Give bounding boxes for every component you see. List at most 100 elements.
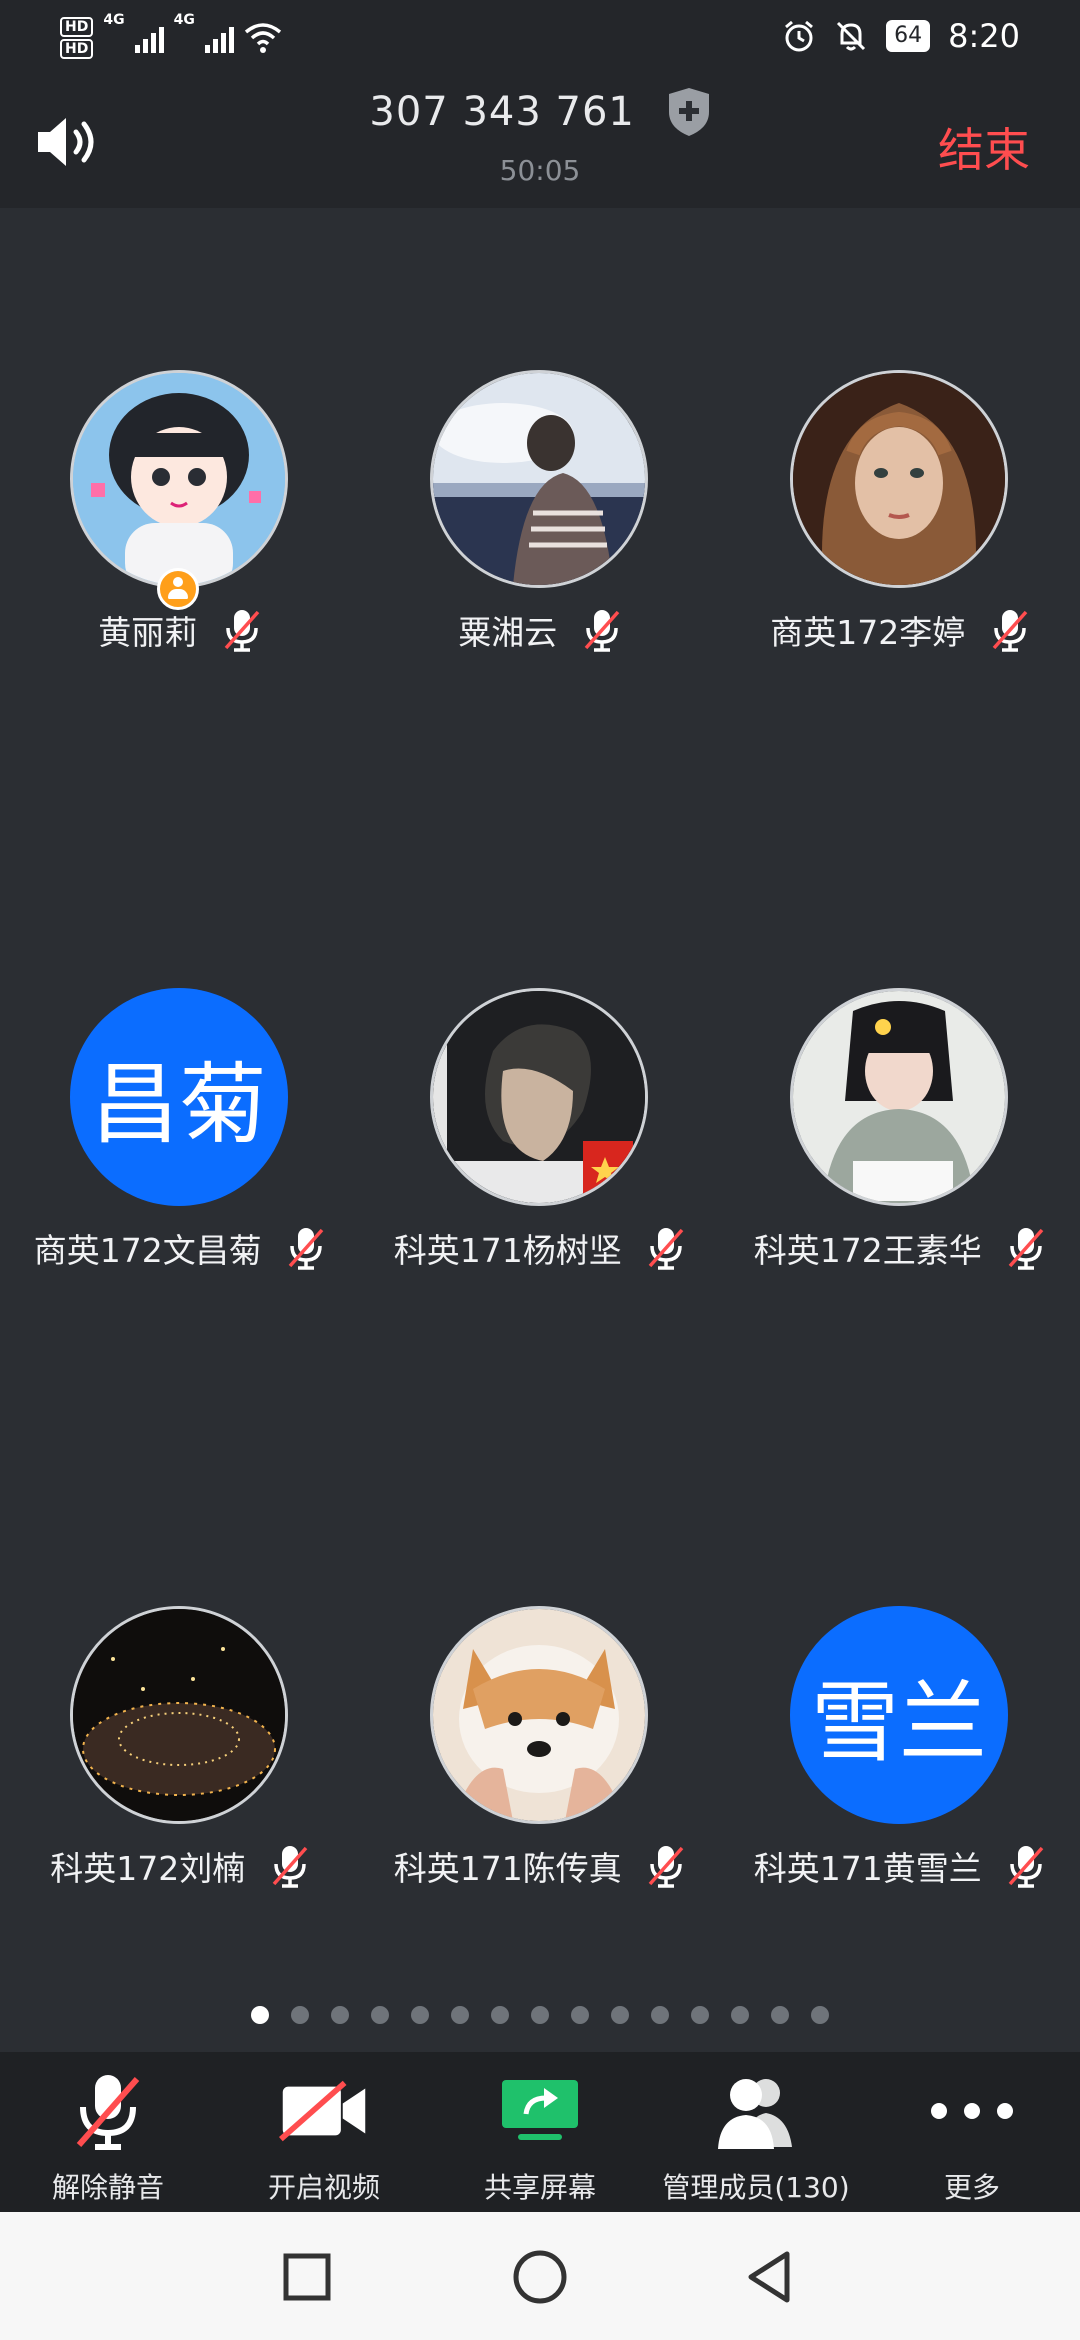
participant-name: 商英172李婷 xyxy=(770,613,966,652)
participant-tile[interactable]: 黄丽莉 xyxy=(0,370,360,690)
avatar-photo xyxy=(793,991,1005,1203)
participant-tile[interactable]: 商英172李婷 xyxy=(720,370,1080,690)
page-dot[interactable] xyxy=(451,2006,469,2024)
share-screen-icon xyxy=(495,2066,585,2156)
avatar-photo xyxy=(73,1609,285,1821)
avatar-photo xyxy=(433,991,645,1203)
mic-muted-icon xyxy=(992,610,1028,652)
bell-muted-icon xyxy=(837,21,866,51)
end-meeting-button[interactable]: 结束 xyxy=(938,114,1030,180)
participant-tile[interactable]: 科英171陈传真 xyxy=(360,1606,720,1926)
manage-members-button[interactable]: 管理成员(130) xyxy=(648,2052,864,2212)
participant-avatar xyxy=(70,1606,288,1824)
page-dot[interactable] xyxy=(251,2006,269,2024)
back-icon[interactable] xyxy=(735,2242,805,2312)
more-dots-icon xyxy=(927,2066,1017,2156)
participant-name: 科英172刘楠 xyxy=(50,1849,246,1888)
page-dot[interactable] xyxy=(691,2006,709,2024)
participant-name: 科英171杨树坚 xyxy=(393,1231,622,1270)
share-screen-label: 共享屏幕 xyxy=(483,2171,596,2204)
mic-muted-icon xyxy=(1008,1228,1044,1270)
start-video-label: 开启视频 xyxy=(267,2171,380,2204)
participant-label: 科英171黄雪兰 xyxy=(720,1842,1080,1890)
participant-label: 科英171杨树坚 xyxy=(360,1224,720,1272)
participant-tile[interactable]: 粟湘云 xyxy=(360,370,720,690)
status-right: 64 8:20 xyxy=(782,12,1020,60)
alarm-icon xyxy=(785,20,814,52)
status-bar: HD HD 4G 4G 64 8:20 xyxy=(0,0,1080,72)
mic-muted-icon xyxy=(63,2066,153,2156)
page-dot[interactable] xyxy=(771,2006,789,2024)
mic-muted-icon xyxy=(1008,1846,1044,1888)
video-off-icon xyxy=(279,2066,369,2156)
page-dot[interactable] xyxy=(731,2006,749,2024)
avatar-photo xyxy=(433,1609,645,1821)
participant-avatar xyxy=(430,1606,648,1824)
avatar-illustration xyxy=(73,373,285,585)
participant-name: 科英172王素华 xyxy=(753,1231,982,1270)
participant-tile[interactable]: 科英172刘楠 xyxy=(0,1606,360,1926)
participant-name: 黄丽莉 xyxy=(98,613,198,652)
network-type-label: 4G xyxy=(103,12,125,28)
system-nav-bar xyxy=(0,2212,1080,2340)
page-dot[interactable] xyxy=(611,2006,629,2024)
page-dot[interactable] xyxy=(531,2006,549,2024)
meeting-header: 307 343 761 50:05 结束 xyxy=(0,72,1080,208)
signal-icon-2 xyxy=(204,23,234,53)
participant-label: 商英172李婷 xyxy=(720,606,1080,654)
start-video-button[interactable]: 开启视频 xyxy=(216,2052,432,2212)
mic-muted-icon xyxy=(288,1228,324,1270)
page-dot[interactable] xyxy=(571,2006,589,2024)
participant-tile[interactable]: 昌菊 商英172文昌菊 xyxy=(0,988,360,1308)
meeting-id[interactable]: 307 343 761 xyxy=(0,86,1080,138)
mic-muted-icon xyxy=(648,1228,684,1270)
mic-muted-icon xyxy=(272,1846,308,1888)
participant-label: 粟湘云 xyxy=(360,606,720,654)
page-indicator[interactable] xyxy=(0,2006,1080,2024)
page-dot[interactable] xyxy=(291,2006,309,2024)
page-dot[interactable] xyxy=(371,2006,389,2024)
wifi-icon xyxy=(244,23,281,53)
mic-muted-icon xyxy=(648,1846,684,1888)
participant-name: 科英171黄雪兰 xyxy=(753,1849,982,1888)
hd-indicators: HD HD xyxy=(60,17,94,59)
recents-icon[interactable] xyxy=(272,2242,342,2312)
participant-label: 科英172刘楠 xyxy=(0,1842,360,1890)
page-dot[interactable] xyxy=(411,2006,429,2024)
more-label: 更多 xyxy=(943,2171,1000,2204)
meeting-toolbar: 解除静音 开启视频 共享屏幕 管理成员(130) 更多 xyxy=(0,2052,1080,2212)
unmute-button[interactable]: 解除静音 xyxy=(0,2052,216,2212)
participant-tile[interactable]: 雪兰 科英171黄雪兰 xyxy=(720,1606,1080,1926)
participant-label: 科英172王素华 xyxy=(720,1224,1080,1272)
unmute-label: 解除静音 xyxy=(51,2171,164,2204)
participant-avatar xyxy=(70,370,288,588)
network-type-label-2: 4G xyxy=(173,12,195,28)
manage-members-label: 管理成员(130) xyxy=(662,2171,850,2204)
shield-icon[interactable] xyxy=(667,86,711,138)
avatar-photo xyxy=(793,373,1005,585)
participant-tile[interactable]: 科英171杨树坚 xyxy=(360,988,720,1308)
hd1-badge: HD xyxy=(60,17,94,37)
host-badge-icon xyxy=(157,568,199,610)
members-icon xyxy=(711,2066,801,2156)
meeting-id-text: 307 343 761 xyxy=(369,89,635,135)
page-dot[interactable] xyxy=(491,2006,509,2024)
mic-muted-icon xyxy=(584,610,620,652)
meeting-timer: 50:05 xyxy=(499,154,581,187)
participant-name: 粟湘云 xyxy=(458,613,558,652)
share-screen-button[interactable]: 共享屏幕 xyxy=(432,2052,648,2212)
status-left: HD HD 4G 4G xyxy=(60,10,282,66)
participant-tile[interactable]: 科英172王素华 xyxy=(720,988,1080,1308)
participant-avatar xyxy=(430,988,648,1206)
home-icon[interactable] xyxy=(505,2242,575,2312)
page-dot[interactable] xyxy=(651,2006,669,2024)
page-dot[interactable] xyxy=(331,2006,349,2024)
participant-label: 黄丽莉 xyxy=(0,606,360,654)
participant-name: 科英171陈传真 xyxy=(393,1849,622,1888)
participant-name: 商英172文昌菊 xyxy=(33,1231,262,1270)
more-button[interactable]: 更多 xyxy=(864,2052,1080,2212)
participant-avatar xyxy=(430,370,648,588)
participant-avatar xyxy=(790,370,1008,588)
signal-icon xyxy=(134,23,164,53)
page-dot[interactable] xyxy=(811,2006,829,2024)
